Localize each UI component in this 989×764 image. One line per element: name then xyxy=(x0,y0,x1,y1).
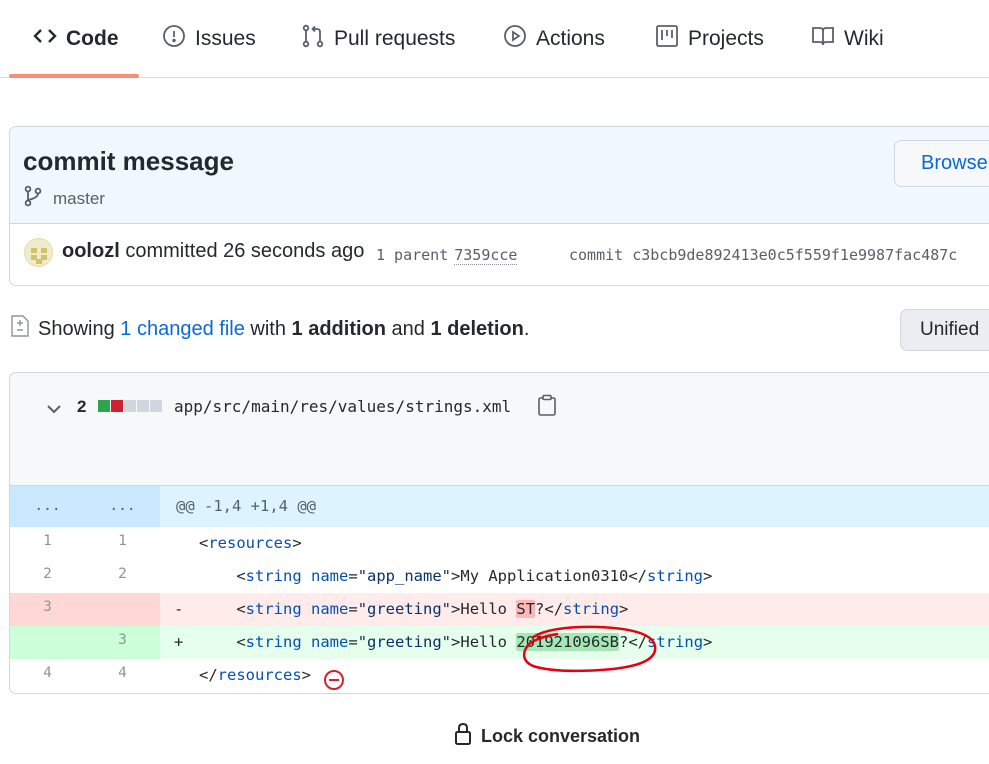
active-tab-indicator xyxy=(9,74,139,78)
lock-label: Lock conversation xyxy=(481,726,641,746)
code-icon xyxy=(33,24,57,54)
new-line-number[interactable] xyxy=(85,593,160,626)
file-header: 2 app/src/main/res/values/strings.xml xyxy=(10,373,989,486)
summary-text: Showing 1 changed file with 1 addition a… xyxy=(38,317,530,340)
file-path-link[interactable]: app/src/main/res/values/strings.xml xyxy=(174,397,511,416)
tab-label: Projects xyxy=(688,27,764,50)
commit-author-line: oolozl committed 26 seconds ago xyxy=(62,240,364,263)
diff-sign xyxy=(174,659,183,692)
tab-label: Pull requests xyxy=(334,27,456,50)
lock-conversation-button[interactable]: Lock conversation xyxy=(453,722,640,751)
diff-sign xyxy=(174,560,183,593)
diff-line: 2 2 <string name="app_name">My Applicati… xyxy=(10,560,989,593)
tab-actions[interactable]: Actions xyxy=(503,0,605,78)
tab-code[interactable]: Code xyxy=(33,0,119,78)
diffstat-deleted-block xyxy=(111,400,123,412)
author-link[interactable]: oolozl xyxy=(62,240,120,262)
tab-label: Wiki xyxy=(844,27,884,50)
deleted-highlight: ST xyxy=(516,600,536,618)
book-icon xyxy=(811,24,835,54)
added-line: 3 + <string name="greeting">Hello 201921… xyxy=(10,626,989,659)
copy-icon[interactable] xyxy=(537,394,557,416)
expand-up-button[interactable]: ... xyxy=(10,486,85,527)
lock-icon xyxy=(453,722,473,751)
new-line-number[interactable]: 1 xyxy=(85,527,160,560)
commit-box: commit message master Browse oolozl comm… xyxy=(9,126,989,286)
no-newline-icon xyxy=(323,669,345,691)
file-diff: 2 app/src/main/res/values/strings.xml ..… xyxy=(9,372,989,694)
branch-name: master xyxy=(53,188,105,208)
deletions-count: 1 deletion xyxy=(430,317,524,340)
tab-wiki[interactable]: Wiki xyxy=(811,0,884,78)
expand-down-button[interactable]: ... xyxy=(85,486,160,527)
code-line: <resources> xyxy=(199,534,302,552)
hunk-header: @@ -1,4 +1,4 @@ xyxy=(176,497,316,515)
diff-line: 4 4 </resources> xyxy=(10,659,989,692)
red-circle-annotation xyxy=(518,624,664,674)
play-icon xyxy=(503,24,527,54)
diff-line: 1 1 <resources> xyxy=(10,527,989,560)
diffstat-bar xyxy=(98,400,162,412)
tab-label: Code xyxy=(66,27,119,50)
hunk-header-row: ... ... @@ -1,4 +1,4 @@ xyxy=(10,486,989,527)
commit-meta: oolozl committed 26 seconds ago 1 parent… xyxy=(10,224,989,285)
old-line-number[interactable]: 1 xyxy=(10,527,85,560)
additions-count: 1 addition xyxy=(291,317,386,340)
tab-projects[interactable]: Projects xyxy=(655,0,764,78)
diff-sign: - xyxy=(174,600,184,618)
avatar[interactable] xyxy=(24,238,53,267)
tab-label: Actions xyxy=(536,27,605,50)
browse-files-button[interactable]: Browse xyxy=(894,140,989,187)
commit-header: commit message master Browse xyxy=(10,127,989,224)
diffstat-neutral-block xyxy=(124,400,136,412)
diffstat-neutral-block xyxy=(137,400,149,412)
code-line: </resources> xyxy=(199,666,312,684)
code-line: <string name="greeting">Hello ST?</strin… xyxy=(236,600,629,618)
code-line: <string name="app_name">My Application03… xyxy=(236,567,713,585)
commit-time: committed 26 seconds ago xyxy=(125,240,365,262)
tab-issues[interactable]: Issues xyxy=(162,0,256,78)
commit-sha: commit c3bcb9de892413e0c5f559f1e9987fac4… xyxy=(569,246,957,264)
tab-label: Issues xyxy=(195,27,256,50)
unified-view-button[interactable]: Unified xyxy=(900,309,989,351)
commit-label: commit xyxy=(569,246,624,264)
change-count: 2 xyxy=(77,397,87,416)
collapse-chevron-icon[interactable] xyxy=(45,400,63,418)
diff-sign xyxy=(174,527,183,560)
diffstat-neutral-block xyxy=(150,400,162,412)
old-line-number[interactable] xyxy=(10,626,85,659)
old-line-number[interactable]: 3 xyxy=(10,593,85,626)
changed-files-link[interactable]: 1 changed file xyxy=(120,318,245,340)
issue-icon xyxy=(162,24,186,54)
diff-summary: Showing 1 changed file with 1 addition a… xyxy=(10,314,529,344)
branch-indicator: master xyxy=(23,185,105,212)
project-icon xyxy=(655,24,679,54)
new-line-number[interactable]: 3 xyxy=(85,626,160,659)
old-line-number[interactable]: 4 xyxy=(10,659,85,692)
new-line-number[interactable]: 4 xyxy=(85,659,160,692)
git-branch-icon xyxy=(23,185,43,212)
parent-sha-link[interactable]: 7359cce xyxy=(454,246,518,265)
commit-sha-value: c3bcb9de892413e0c5f559f1e9987fac487c xyxy=(632,246,958,264)
diffstat-added-block xyxy=(98,400,110,412)
parent-label: 1 parent xyxy=(376,246,449,264)
new-line-number[interactable]: 2 xyxy=(85,560,160,593)
commit-parent: 1 parent 7359cce xyxy=(376,246,518,265)
pull-request-icon xyxy=(301,24,325,54)
deleted-line: 3 - <string name="greeting">Hello ST?</s… xyxy=(10,593,989,626)
commit-title: commit message xyxy=(23,146,234,176)
old-line-number[interactable]: 2 xyxy=(10,560,85,593)
diff-sign: + xyxy=(174,633,184,651)
tab-pull-requests[interactable]: Pull requests xyxy=(301,0,455,78)
repo-nav: Code Issues Pull requests Actions Projec… xyxy=(0,0,989,78)
file-diff-icon xyxy=(10,314,30,344)
